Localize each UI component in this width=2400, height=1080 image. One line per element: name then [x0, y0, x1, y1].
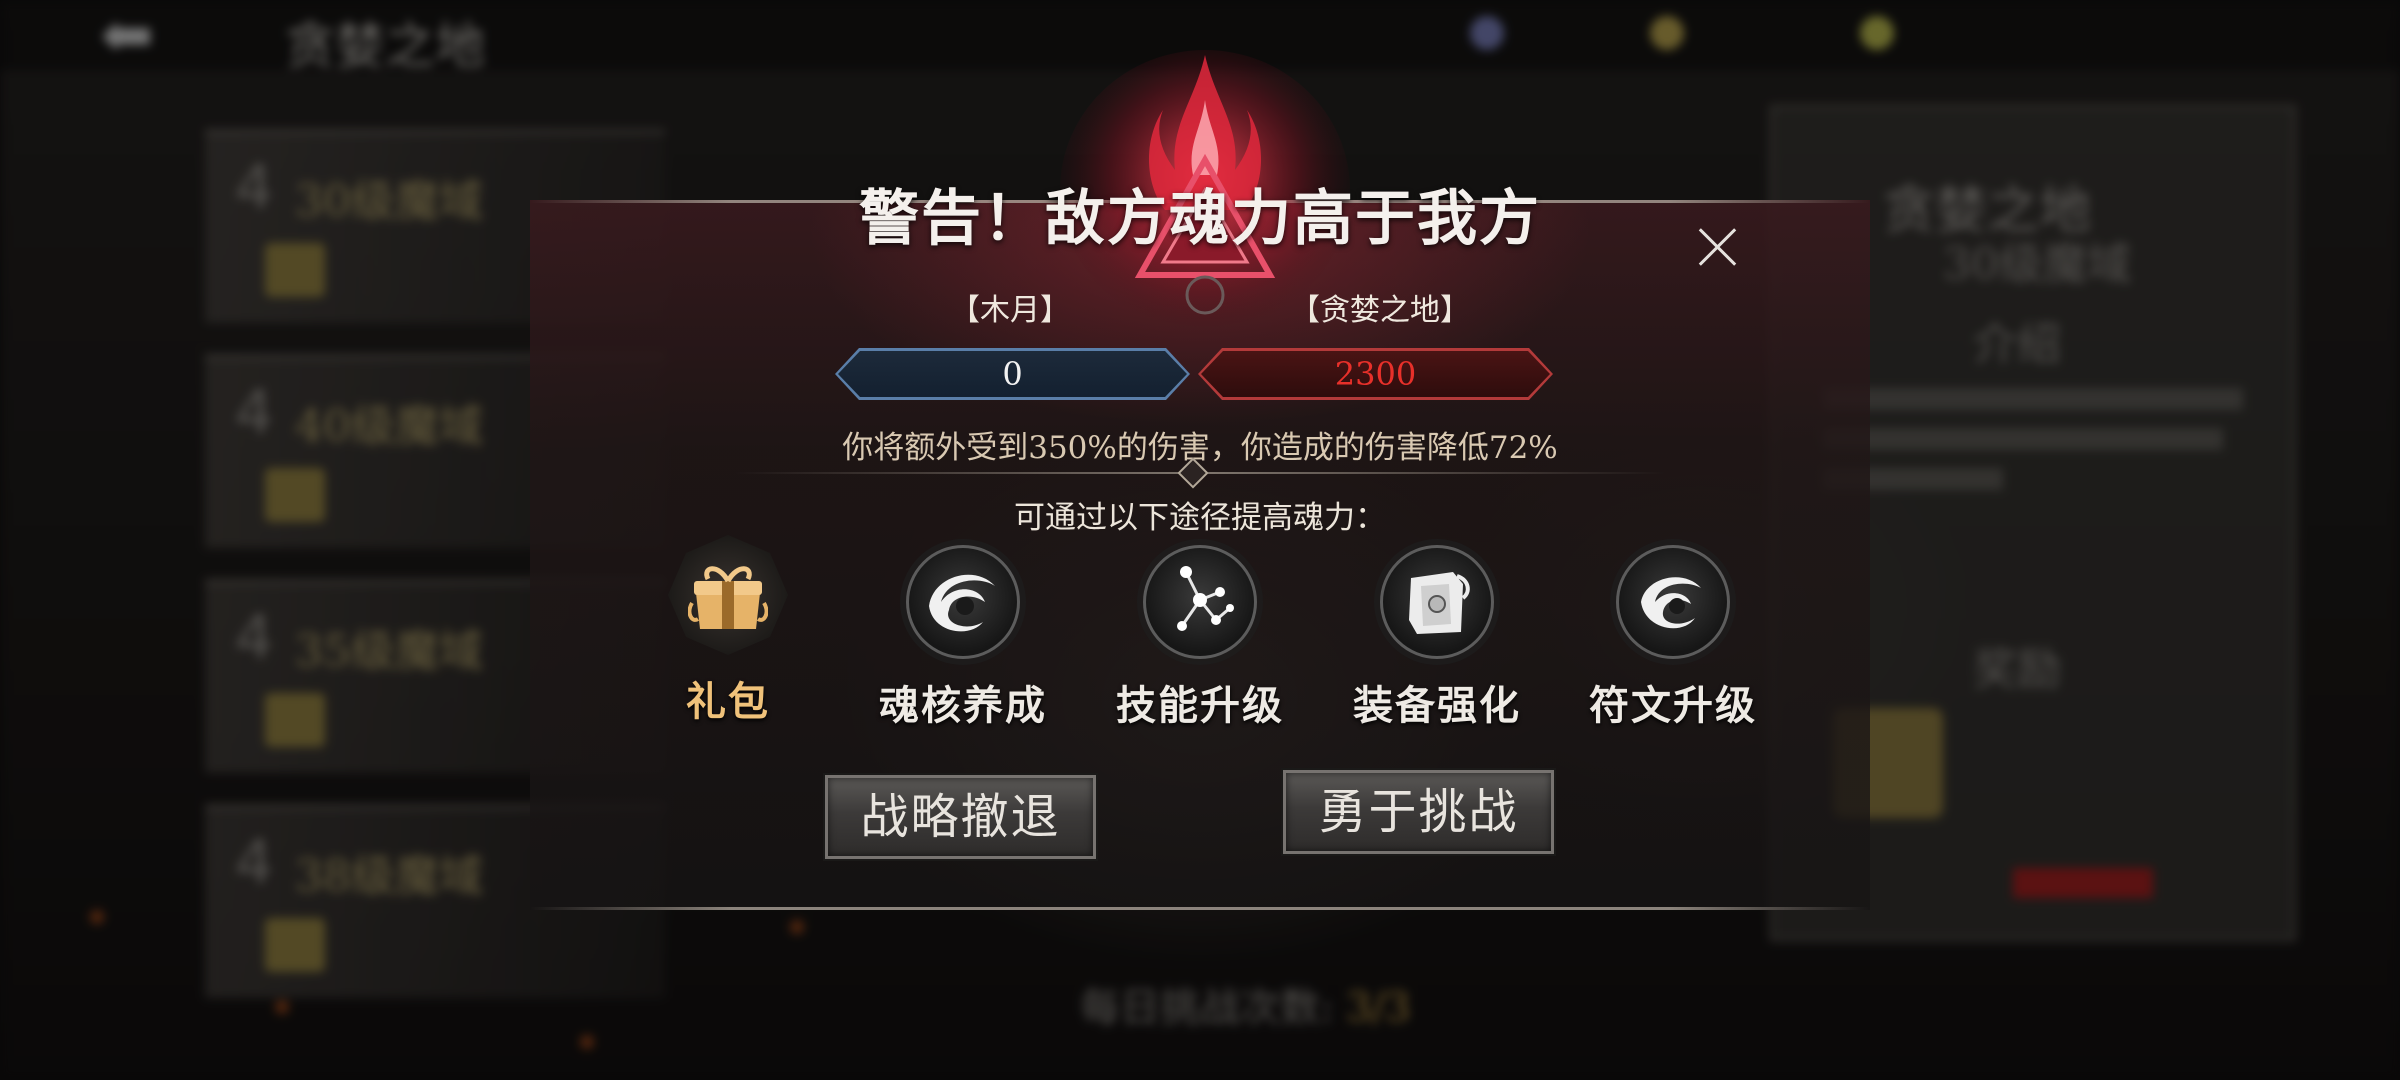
- close-button[interactable]: [1692, 222, 1742, 272]
- option-label: 礼包: [686, 678, 770, 725]
- rune-icon: [1616, 545, 1730, 659]
- option-soul-core[interactable]: 魂核养成: [863, 545, 1063, 731]
- enemy-soul-power: 2300: [1198, 348, 1553, 400]
- player-power-value: 0: [1002, 355, 1023, 393]
- option-skill-upgrade[interactable]: 技能升级: [1100, 545, 1300, 731]
- option-label: 技能升级: [1116, 682, 1284, 729]
- dialog-bottom-border: [530, 907, 1870, 910]
- skill-constellation-icon: [1143, 545, 1257, 659]
- game-screen: ⬅ 贪婪之地 4 30级魔域 4 40级魔域 4 35级魔域 4 38级魔域 贪…: [0, 0, 2400, 1080]
- enemy-power-value: 2300: [1334, 355, 1417, 393]
- damage-penalty-text: 你将额外受到350%的伤害，你造成的伤害降低72%: [842, 430, 1558, 466]
- option-label: 符文升级: [1589, 682, 1757, 729]
- option-rune-upgrade[interactable]: 符文升级: [1573, 545, 1773, 731]
- dialog-title: 警告！敌方魂力高于我方: [859, 184, 1541, 254]
- retreat-button[interactable]: 战略撤退: [825, 775, 1096, 859]
- challenge-button[interactable]: 勇于挑战: [1283, 770, 1554, 854]
- option-label: 魂核养成: [879, 682, 1047, 729]
- option-label: 装备强化: [1353, 682, 1521, 729]
- option-equipment-enhance[interactable]: 装备强化: [1337, 545, 1537, 731]
- player-soul-power: 0: [835, 348, 1190, 400]
- player-name: 【木月】: [950, 293, 1070, 328]
- option-gift-pack[interactable]: 礼包: [628, 535, 828, 727]
- gift-chest-icon: [668, 535, 788, 655]
- equipment-icon: [1380, 545, 1494, 659]
- enemy-name: 【贪婪之地】: [1290, 293, 1470, 328]
- soul-core-icon: [906, 545, 1020, 659]
- improve-ways-text: 可通过以下途径提高魂力：: [1014, 500, 1386, 536]
